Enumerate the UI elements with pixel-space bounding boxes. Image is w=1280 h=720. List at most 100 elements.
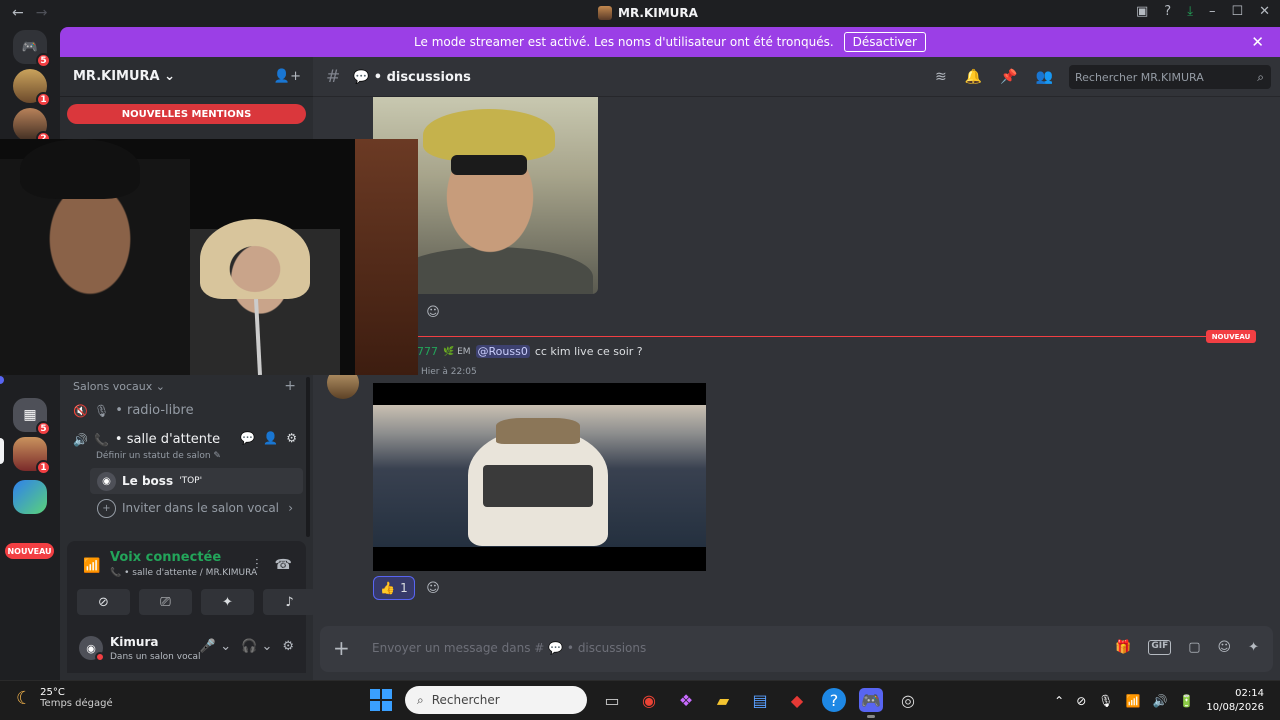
- app-red-icon[interactable]: ◆: [785, 688, 809, 712]
- weather-widget[interactable]: ☾ 25°C Temps dégagé: [16, 687, 113, 709]
- add-reaction-icon[interactable]: ☺: [423, 302, 443, 322]
- battery-icon[interactable]: 🔋: [1179, 694, 1194, 708]
- server-avatar-4[interactable]: [13, 480, 47, 514]
- invite-icon[interactable]: 👤: [263, 431, 278, 445]
- channel-status[interactable]: Définir un statut de salon ✎: [96, 451, 221, 461]
- minimize-icon[interactable]: –: [1209, 4, 1216, 19]
- settings-gear-icon[interactable]: ⚙: [286, 431, 297, 445]
- help-icon[interactable]: ?: [1164, 4, 1171, 19]
- user-settings-icon[interactable]: ⚙: [282, 639, 294, 654]
- obs-icon[interactable]: ◎: [896, 688, 920, 712]
- add-channel-icon[interactable]: +: [284, 378, 296, 394]
- video-attachment[interactable]: [373, 383, 706, 571]
- taskbar-search[interactable]: ⌕ Rechercher: [405, 686, 587, 714]
- forward-arrow-icon[interactable]: →: [36, 5, 48, 21]
- soundboard-button[interactable]: ♪: [263, 589, 316, 615]
- voice-member[interactable]: ◉ Le boss 'TOP': [90, 468, 303, 494]
- sticker-icon[interactable]: ▢: [1188, 640, 1200, 655]
- add-member-icon[interactable]: 👤+: [274, 69, 301, 84]
- clock-time: 02:14: [1235, 688, 1264, 699]
- attach-plus-icon[interactable]: +: [333, 636, 350, 660]
- member-list-icon[interactable]: 👥: [1036, 69, 1053, 85]
- chat-bubble-icon[interactable]: 💬: [240, 431, 255, 445]
- user-avatar[interactable]: ◉: [79, 636, 105, 662]
- photo-hat: [423, 109, 555, 161]
- download-icon[interactable]: ⤓: [1187, 4, 1193, 19]
- disconnect-icon[interactable]: ☎: [275, 557, 292, 573]
- start-menu-icon[interactable]: [370, 689, 392, 711]
- gift-icon[interactable]: 🎁: [1115, 640, 1131, 655]
- chat-messages: ☺ NOUVEAU 777 🌿 EM @Rouss0 cc kim live c…: [313, 97, 1280, 680]
- server-avatar-1[interactable]: 1: [13, 69, 51, 107]
- back-arrow-icon[interactable]: ←: [12, 5, 24, 21]
- composer-placeholder[interactable]: Envoyer un message dans # 💬 • discussion…: [372, 641, 646, 655]
- threads-icon[interactable]: ≋: [935, 69, 947, 85]
- server-events[interactable]: ▦ 5: [13, 398, 51, 436]
- server-avatar-2[interactable]: 2: [13, 108, 51, 146]
- reply-author: 777: [417, 345, 438, 358]
- taskbar-search-placeholder: Rechercher: [431, 693, 500, 707]
- search-placeholder: Rechercher MR.KIMURA: [1075, 70, 1204, 84]
- windows-taskbar: ☾ 25°C Temps dégagé ⌕ Rechercher ▭ ◉ ❖ ▰…: [0, 680, 1280, 720]
- close-window-icon[interactable]: ✕: [1259, 4, 1270, 19]
- home-badge: 5: [36, 53, 51, 68]
- pin-icon[interactable]: 📌: [1000, 69, 1017, 85]
- search-icon: ⌕: [1257, 69, 1264, 84]
- add-reaction-icon[interactable]: ☺: [423, 578, 443, 598]
- notification-bell-icon[interactable]: 🔔: [965, 69, 982, 85]
- noise-suppression-icon[interactable]: ⫶: [255, 557, 259, 573]
- new-mentions-button[interactable]: NOUVELLES MENTIONS: [67, 104, 306, 124]
- voice-channel-radio-libre[interactable]: 🔇 🎙 • radio-libre: [73, 403, 194, 418]
- tray-network-off-icon[interactable]: ⊘: [1076, 694, 1086, 708]
- chrome-icon[interactable]: ◉: [637, 688, 661, 712]
- voice-controls: ⫶ ☎: [255, 557, 292, 573]
- apps-icon[interactable]: ✦: [1248, 640, 1259, 655]
- cam-person-1-hair: [20, 139, 140, 199]
- speaker-muted-icon: 🔇: [73, 403, 88, 418]
- camera-off-button[interactable]: ⊘: [77, 589, 130, 615]
- wifi-icon[interactable]: 📶: [1126, 694, 1141, 708]
- clock[interactable]: 02:14 10/08/2026: [1206, 687, 1264, 715]
- voice-category[interactable]: Salons vocaux ⌄: [73, 380, 165, 393]
- guild-header[interactable]: MR.KIMURA ⌄ 👤+: [60, 57, 313, 97]
- screen-share-button[interactable]: ⎚: [139, 589, 192, 615]
- invite-to-voice[interactable]: + Inviter dans le salon vocal ›: [90, 496, 303, 520]
- message-composer[interactable]: + Envoyer un message dans # 💬 • discussi…: [320, 626, 1273, 672]
- activities-button[interactable]: ✦: [201, 589, 254, 615]
- gif-icon[interactable]: GIF: [1148, 640, 1172, 655]
- composer-tools: 🎁 GIF ▢ ☺ ✦: [1115, 640, 1259, 655]
- signal-icon[interactable]: 📶: [83, 558, 100, 574]
- help-app-icon[interactable]: ?: [822, 688, 846, 712]
- headphones-icon[interactable]: 🎧 ⌄: [241, 639, 272, 654]
- search-input[interactable]: Rechercher MR.KIMURA ⌕: [1069, 65, 1271, 89]
- discord-home-icon[interactable]: 🎮 5: [13, 30, 51, 68]
- reply-text: cc kim live ce soir ?: [534, 345, 643, 358]
- server-avatar-3[interactable]: 1: [13, 437, 51, 475]
- file-explorer-icon[interactable]: ▰: [711, 688, 735, 712]
- emoji-icon[interactable]: ☺: [1218, 640, 1232, 655]
- reply-preview[interactable]: 777 🌿 EM @Rouss0 cc kim live ce soir ?: [417, 345, 643, 358]
- server-avatar-icon: [598, 6, 612, 20]
- store-icon[interactable]: ▤: [748, 688, 772, 712]
- username[interactable]: Kimura: [110, 635, 158, 649]
- microphone-icon[interactable]: 🎤 ⌄: [200, 639, 231, 654]
- tray-chevron-icon[interactable]: ⌃: [1054, 694, 1064, 708]
- close-banner-icon[interactable]: ✕: [1251, 33, 1264, 51]
- discord-taskbar-icon[interactable]: 🎮: [859, 688, 883, 718]
- reaction-count: 1: [400, 581, 408, 595]
- volume-icon[interactable]: 🔊: [1152, 694, 1167, 708]
- tray-mic-icon[interactable]: 🎙: [1098, 694, 1113, 708]
- channel-actions: 💬 👤 ⚙: [240, 431, 297, 445]
- maximize-icon[interactable]: ☐: [1231, 4, 1243, 19]
- reaction-thumbs-up[interactable]: 👍 1: [373, 576, 415, 600]
- sidebar-scrollbar[interactable]: [306, 377, 310, 537]
- task-view-icon[interactable]: ▭: [600, 688, 624, 712]
- disable-streamer-button[interactable]: Désactiver: [843, 32, 926, 52]
- reply-mention[interactable]: @Rouss0: [475, 345, 530, 358]
- inbox-icon[interactable]: ▣: [1136, 4, 1148, 19]
- copilot-icon[interactable]: ❖: [674, 688, 698, 712]
- nav-arrows: ← →: [12, 5, 47, 21]
- member-name: Le boss: [122, 474, 174, 488]
- cam-person-2-hair: [200, 219, 310, 299]
- voice-channel-salle-attente[interactable]: 🔊 📞 • salle d'attente: [73, 432, 220, 447]
